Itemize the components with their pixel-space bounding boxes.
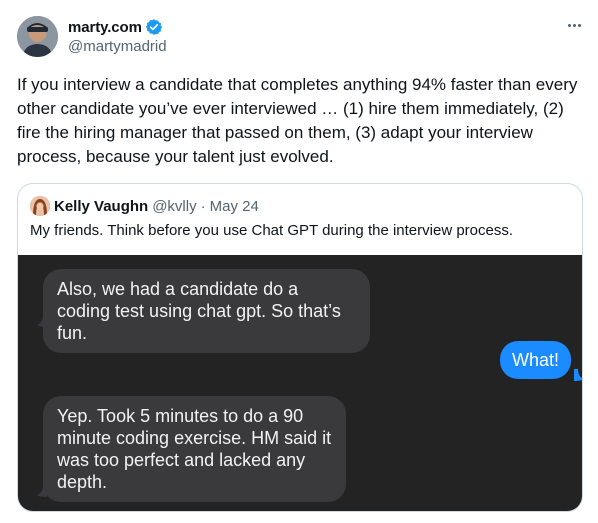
quoted-tweet-header: Kelly Vaughn @kvlly · May 24 [30, 196, 259, 216]
verified-badge-icon [145, 18, 163, 36]
chat-message-text: Also, we had a candidate do a coding tes… [57, 279, 341, 343]
author-handle[interactable]: @martymadrid [68, 38, 167, 55]
tweet-text: If you interview a candidate that comple… [17, 75, 578, 166]
chat-bubble-incoming: Yep. Took 5 minutes to do a 90 minute co… [43, 396, 346, 502]
incoming-bubble-tail [37, 315, 47, 327]
quoted-tweet[interactable]: Kelly Vaughn @kvlly · May 24 My friends.… [17, 183, 583, 512]
chat-message-text: What! [512, 350, 560, 370]
quoted-author-name: Kelly Vaughn [54, 197, 149, 215]
author-info: marty.com @martymadrid [68, 17, 167, 56]
chat-screenshot[interactable]: Also, we had a candidate do a coding tes… [18, 255, 582, 511]
quoted-author-avatar [30, 196, 50, 216]
author-avatar[interactable] [17, 16, 58, 57]
more-options-icon[interactable] [562, 16, 586, 34]
quoted-date: May 24 [209, 197, 259, 215]
quoted-tweet-text: My friends. Think before you use Chat GP… [30, 222, 514, 239]
quoted-separator: · [200, 197, 206, 215]
author-name[interactable]: marty.com [68, 19, 142, 36]
chat-bubble-incoming: Also, we had a candidate do a coding tes… [43, 269, 370, 353]
incoming-bubble-tail [37, 485, 47, 497]
outgoing-bubble-tail [574, 369, 582, 381]
quoted-author-handle: @kvlly [152, 197, 197, 215]
tweet: marty.com @martymadrid If you interview … [0, 0, 598, 523]
chat-bubble-outgoing: What! [500, 341, 572, 379]
chat-message-text: Yep. Took 5 minutes to do a 90 minute co… [57, 406, 332, 492]
